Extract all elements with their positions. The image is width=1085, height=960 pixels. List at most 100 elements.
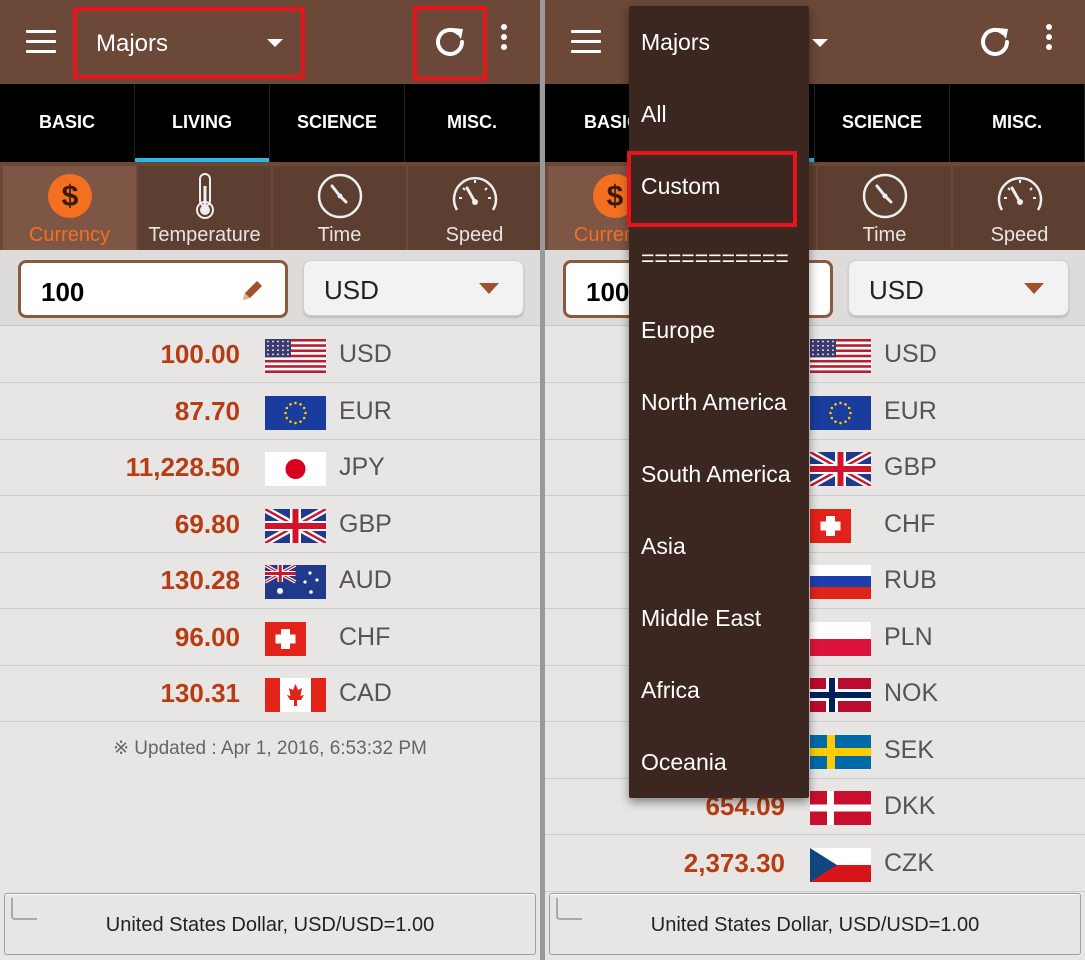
currency-row[interactable]: 654.09 DKK [545,779,1085,835]
tab-misc[interactable]: MISC. [950,84,1085,162]
currency-row[interactable]: 130.28 AUD [0,553,540,609]
converter-screen-right: BASICLIVINGSCIENCEMISC.$CurrencyTemperat… [545,0,1085,960]
menu-item-all[interactable]: All [629,78,809,150]
currency-code: JPY [339,453,385,481]
menu-item-south-america[interactable]: South America [629,438,809,510]
amount-value: 100 [586,277,630,307]
currency-row[interactable]: 100.00 USD [0,327,540,383]
flag-eu-icon [810,395,871,430]
clock-icon [316,172,364,220]
menu-item-oceania[interactable]: Oceania [629,726,809,798]
tab-basic[interactable]: BASIC [0,84,135,162]
category-time[interactable]: Time [273,166,406,250]
category-label: Speed [990,224,1049,246]
tab-science[interactable]: SCIENCE [815,84,950,162]
currency-code: USD [884,340,937,368]
category-speed[interactable]: Speed [953,166,1085,250]
base-currency-select[interactable]: USD [303,260,524,316]
currency-row[interactable]: SEK [545,723,1085,779]
more-options-icon[interactable] [1039,24,1059,60]
pencil-icon [239,278,265,309]
currency-row[interactable]: 96.00 CHF [0,610,540,666]
flag-dk-icon [810,791,871,825]
speedometer-icon [996,172,1044,220]
refresh-button[interactable] [424,16,476,68]
currency-code: GBP [339,509,392,538]
converted-value: 11,228.50 [125,452,240,482]
menu-item-middle-east[interactable]: Middle East [629,582,809,654]
category-label: Temperature [148,224,261,246]
menu-separator: =========== [641,245,789,271]
category-temperature[interactable]: Temperature [138,166,271,250]
refresh-button[interactable] [969,16,1021,68]
currency-code: CZK [884,848,934,877]
flag-ch-icon [810,508,871,543]
currency-group-menu: Majors All Custom =========== Europe North Am… [627,6,809,798]
menu-item-north-america[interactable]: North America [629,366,809,438]
currency-code: EUR [339,396,392,425]
currency-row[interactable]: 69.80 GBP [0,497,540,553]
menu-item-majors[interactable]: Majors [629,6,809,78]
category-label: Speed [445,224,504,246]
flag-eu-icon [265,395,326,430]
currency-code: CHF [884,509,936,538]
speedometer-icon [451,172,499,220]
amount-value: 100 [41,277,85,307]
flag-ca-icon [265,678,326,712]
currency-row[interactable]: 2,373.30 CZK [545,836,1085,892]
tab-science[interactable]: SCIENCE [270,84,405,162]
more-options-icon[interactable] [494,24,514,60]
currency-row[interactable]: PLN [545,610,1085,666]
currency-row[interactable]: RUB [545,553,1085,609]
flag-au-icon [264,563,326,599]
currency-code: AUD [339,566,392,594]
currency-code: GBP [884,453,937,481]
app-bar: Majors [0,0,540,84]
svg-text:$: $ [606,180,623,213]
currency-code: CAD [339,679,392,707]
amount-input[interactable]: 100 [18,260,288,318]
currency-group-spinner[interactable]: Majors [84,12,294,72]
currency-row[interactable]: NOK [545,666,1085,722]
currency-code: SEK [884,735,935,764]
currency-row[interactable]: 87.70 EUR [0,384,540,440]
flag-gb-icon [808,448,873,490]
currency-row[interactable]: CHF [545,497,1085,553]
currency-row[interactable]: 11,228.50 JPY [0,440,540,496]
category-speed[interactable]: Speed [408,166,540,250]
status-bar[interactable]: United States Dollar, USD/USD=1.00 [4,893,536,955]
currency-row[interactable]: GBP [545,440,1085,496]
flag-pl-icon [810,621,871,656]
category-time[interactable]: Time [818,166,951,250]
currency-code: RUB [884,566,937,594]
category-currency[interactable]: $ Currency [3,166,136,250]
menu-item-africa[interactable]: Africa [629,654,809,726]
currency-row[interactable]: USD [545,327,1085,383]
svg-text:$: $ [61,180,78,213]
currency-row[interactable]: EUR [545,384,1085,440]
menu-icon[interactable] [571,30,601,54]
currency-code: USD [339,340,392,368]
thermometer-icon [181,172,229,220]
menu-item-europe[interactable]: Europe [629,294,809,366]
menu-item-asia[interactable]: Asia [629,510,809,582]
status-bar[interactable]: United States Dollar, USD/USD=1.00 [549,893,1081,955]
caret-down-icon [267,39,283,47]
converted-value: 2,373.30 [683,847,785,878]
tab-living[interactable]: LIVING [135,84,270,162]
currency-code: CHF [339,622,391,651]
currency-row[interactable]: 130.31 CAD [0,666,540,722]
tab-misc[interactable]: MISC. [405,84,540,162]
base-currency-value: USD [869,275,924,305]
flag-gb-icon [263,505,328,546]
input-row: 100 USD [545,250,1085,326]
category-label: Time [317,224,362,246]
menu-icon[interactable] [26,30,56,54]
base-currency-select[interactable]: USD [848,260,1069,316]
category-bar: $CurrencyTemperatureTimeSpeed [545,162,1085,250]
dollar-icon: $ [46,172,94,220]
converted-value: 87.70 [174,395,240,426]
flag-us-icon [265,339,326,374]
menu-item-custom[interactable]: Custom [629,150,809,222]
flag-se-icon [810,734,871,769]
